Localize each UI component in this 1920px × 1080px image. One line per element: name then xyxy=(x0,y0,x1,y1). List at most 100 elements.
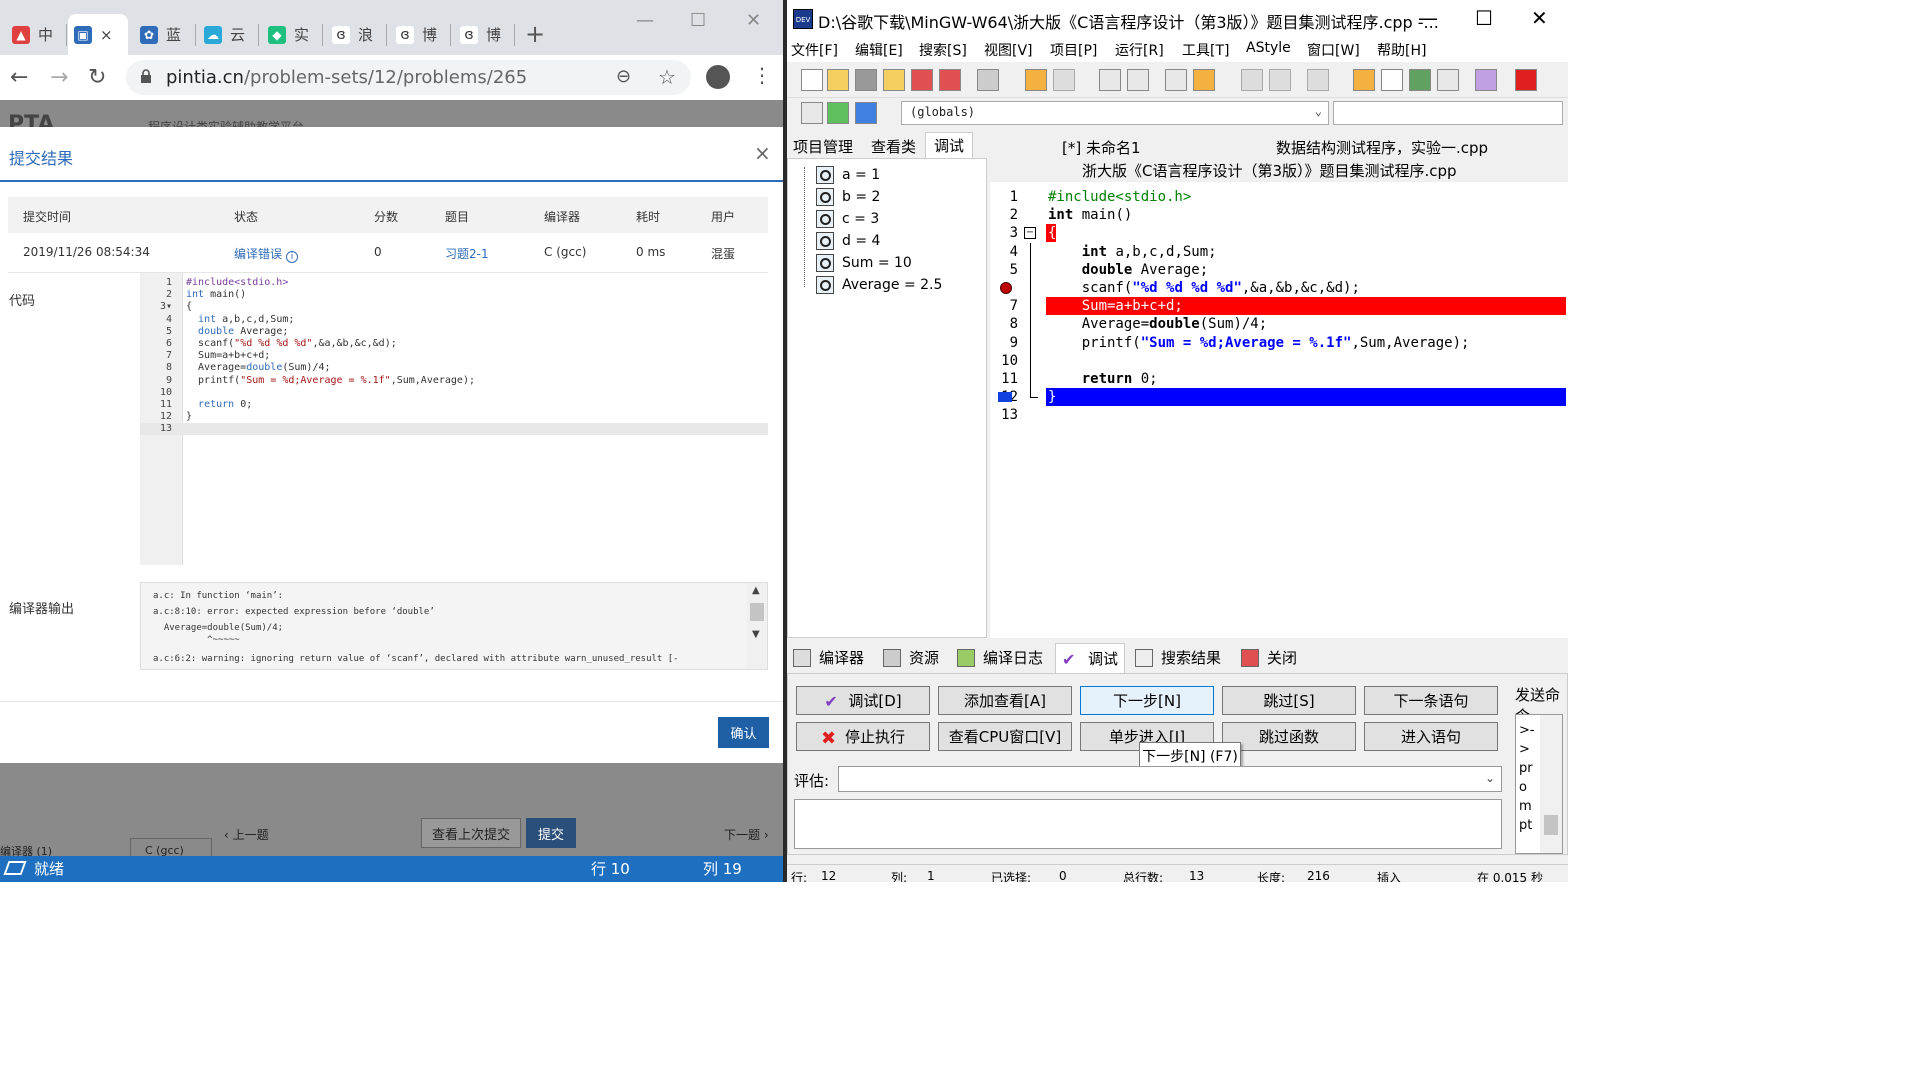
bookmark-icon[interactable] xyxy=(1307,69,1329,91)
scope-select[interactable]: (globals) ⌄ xyxy=(901,101,1329,125)
evaluate-input[interactable]: ⌄ xyxy=(838,766,1502,792)
menu-project[interactable]: 项目[P] xyxy=(1050,40,1097,60)
tab-close[interactable]: 关闭 xyxy=(1241,647,1297,668)
next-problem-link[interactable]: 下一题 › xyxy=(724,826,769,843)
minimize-icon[interactable]: — xyxy=(636,10,654,31)
minimize-icon[interactable]: — xyxy=(1418,6,1438,30)
browser-tab-7[interactable]: ɞ 博 xyxy=(390,14,448,55)
send-scrollbar[interactable] xyxy=(1540,715,1562,853)
browser-tab-6[interactable]: ɞ 浪 xyxy=(326,14,384,55)
stop-debug-icon[interactable] xyxy=(1515,69,1537,91)
tab-classes[interactable]: 查看类 xyxy=(871,136,916,157)
close-file-icon[interactable] xyxy=(911,69,933,91)
menu-file[interactable]: 文件[F] xyxy=(791,40,838,60)
replace-icon[interactable] xyxy=(1127,69,1149,91)
code-editor[interactable]: [*] 未命名1 数据结构测试程序，实验一.cpp 浙大版《C语言程序设计（第3… xyxy=(990,132,1568,638)
horizontal-scrollbar[interactable] xyxy=(795,834,1501,848)
editor-tab-datastruct[interactable]: 数据结构测试程序，实验一.cpp xyxy=(1276,137,1488,158)
debug-check-icon[interactable] xyxy=(1475,69,1497,91)
watch-item[interactable]: d = 4 xyxy=(816,231,880,251)
vertical-scrollbar[interactable] xyxy=(1485,800,1501,850)
back-icon[interactable]: ← xyxy=(10,65,28,90)
problem-link[interactable]: 习题2-1 xyxy=(445,245,489,262)
menu-edit[interactable]: 编辑[E] xyxy=(855,40,903,60)
skip-button[interactable]: 跳过[S] xyxy=(1222,686,1356,715)
open-icon[interactable] xyxy=(827,69,849,91)
watch-item[interactable]: b = 2 xyxy=(816,187,880,207)
browser-tab-8[interactable]: ɞ 博 xyxy=(454,14,512,55)
tab-search-results[interactable]: 搜索结果 xyxy=(1135,647,1221,668)
browser-menu-icon[interactable]: ⋮ xyxy=(752,63,772,87)
into-statement-button[interactable]: 进入语句 xyxy=(1364,722,1498,751)
add-watch-button[interactable]: 添加查看[A] xyxy=(938,686,1072,715)
reload-icon[interactable]: ↻ xyxy=(88,65,106,90)
compile-run-icon[interactable] xyxy=(1409,69,1431,91)
menu-help[interactable]: 帮助[H] xyxy=(1377,40,1426,60)
close-window-icon[interactable]: ✕ xyxy=(1531,6,1548,30)
skip-function-button[interactable]: 跳过函数 xyxy=(1222,722,1356,751)
browser-tab-5[interactable]: ◆ 实 xyxy=(262,14,320,55)
fold-toggle-icon[interactable]: − xyxy=(1024,227,1036,240)
next-step-button[interactable]: 下一步[N] xyxy=(1080,686,1214,715)
close-window-icon[interactable]: ✕ xyxy=(746,10,761,31)
send-command-output[interactable]: >- > pr o m pt xyxy=(1515,714,1563,854)
goto-icon[interactable] xyxy=(1165,69,1187,91)
code-viewer[interactable]: 1 #include<stdio.h> 2 int main() 3▾{4 int a,… xyxy=(140,273,768,565)
compiler-output[interactable]: a.c: In function ‘main’: a.c:8:10: error… xyxy=(140,582,768,670)
tab-compiler[interactable]: 编译器 xyxy=(793,647,864,668)
compile-icon[interactable] xyxy=(1353,69,1375,91)
next-statement-button[interactable]: 下一条语句 xyxy=(1364,686,1498,715)
menu-astyle[interactable]: AStyle xyxy=(1246,40,1291,56)
compiler-select[interactable]: C (gcc) xyxy=(130,838,212,858)
watch-item[interactable]: a = 1 xyxy=(816,165,880,185)
bookmark-prev-icon[interactable] xyxy=(1241,69,1263,91)
breakpoint-icon[interactable] xyxy=(1000,282,1012,294)
save-all-icon[interactable] xyxy=(883,69,905,91)
account-avatar-icon[interactable] xyxy=(706,65,730,89)
goto-line-icon[interactable] xyxy=(1193,69,1215,91)
confirm-button[interactable]: 确认 xyxy=(718,717,769,748)
menu-view[interactable]: 视图[V] xyxy=(984,40,1033,60)
menu-run[interactable]: 运行[R] xyxy=(1115,40,1164,60)
close-all-icon[interactable] xyxy=(939,69,961,91)
maximize-icon[interactable]: ☐ xyxy=(1475,6,1493,30)
new-file-icon[interactable] xyxy=(801,69,823,91)
class-browser-icon[interactable] xyxy=(801,102,823,124)
toggle-icon[interactable] xyxy=(855,102,877,124)
tab-debug[interactable]: 调试 xyxy=(925,132,974,158)
view-last-submission-button[interactable]: 查看上次提交 xyxy=(421,818,521,848)
browser-tab-3[interactable]: ✿ 蓝 xyxy=(134,14,192,55)
stop-execution-button[interactable]: ✖ 停止执行 xyxy=(796,722,930,751)
prev-problem-link[interactable]: ‹ 上一题 xyxy=(224,826,269,843)
menu-window[interactable]: 窗口[W] xyxy=(1307,40,1360,60)
new-tab-button[interactable]: + xyxy=(525,20,545,48)
tab-project[interactable]: 项目管理 xyxy=(793,136,853,157)
save-icon[interactable] xyxy=(855,69,877,91)
scroll-up-icon[interactable]: ▲ xyxy=(752,585,760,596)
cpu-window-button[interactable]: 查看CPU窗口[V] xyxy=(938,722,1072,751)
print-icon[interactable] xyxy=(977,69,999,91)
browser-tab-4[interactable]: ☁ 云 xyxy=(198,14,256,55)
watch-item[interactable]: c = 3 xyxy=(816,209,879,229)
maximize-icon[interactable]: ☐ xyxy=(690,10,706,31)
zoom-icon[interactable]: ⊖ xyxy=(616,66,631,87)
tab-debug-panel[interactable]: ✔ 调试 xyxy=(1055,643,1126,673)
insert-icon[interactable] xyxy=(827,102,849,124)
forward-icon[interactable]: → xyxy=(50,65,68,90)
browser-tab-1[interactable]: ▲ 中 xyxy=(6,14,64,55)
undo-icon[interactable] xyxy=(1025,69,1047,91)
dialog-close-icon[interactable]: × xyxy=(754,141,771,165)
output-scrollbar[interactable]: ▲ ▼ xyxy=(747,583,767,669)
browser-tab-active[interactable]: ▣ × xyxy=(68,14,128,55)
editor-tab-active[interactable]: 浙大版《C语言程序设计（第3版）》题目集测试程序.cpp xyxy=(1082,160,1457,181)
status-link[interactable]: 编译错误 i xyxy=(234,245,299,263)
watch-item[interactable]: Average = 2.5 xyxy=(816,275,942,295)
run-icon[interactable] xyxy=(1381,69,1403,91)
menu-search[interactable]: 搜索[S] xyxy=(919,40,967,60)
function-select[interactable] xyxy=(1333,101,1563,125)
find-icon[interactable] xyxy=(1099,69,1121,91)
editor-tab-untitled[interactable]: [*] 未命名1 xyxy=(1062,137,1141,158)
bookmark-star-icon[interactable]: ☆ xyxy=(658,65,676,89)
menu-tools[interactable]: 工具[T] xyxy=(1182,40,1229,60)
address-bar[interactable]: pintia.cn/problem-sets/12/problems/265 ⊖… xyxy=(126,60,691,95)
